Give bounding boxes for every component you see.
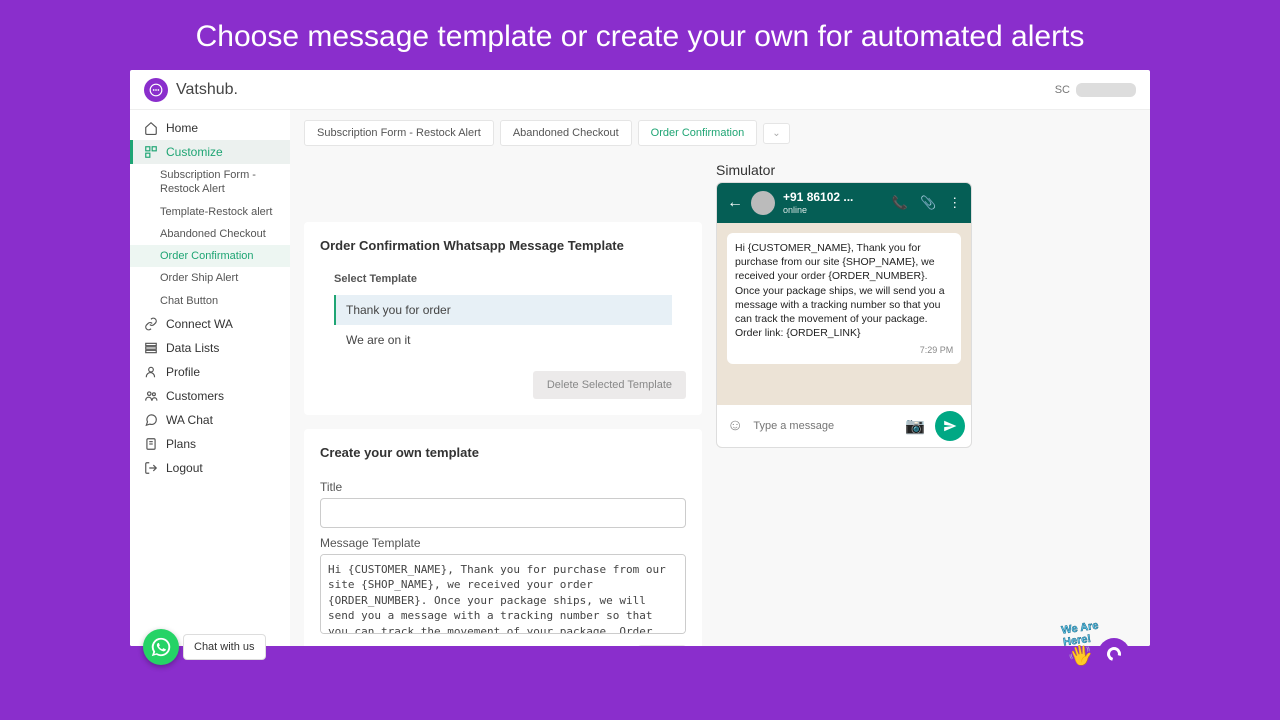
sidebar-label-connect: Connect WA xyxy=(166,317,233,331)
sidebar-item-customers[interactable]: Customers xyxy=(130,384,290,408)
whatsapp-header: ← +91 86102 ... online 📞 📎 ⋮ xyxy=(717,183,971,223)
whatsapp-fab-icon[interactable] xyxy=(143,629,179,665)
sidebar-sub-order-confirmation[interactable]: Order Confirmation xyxy=(130,245,290,267)
template-item-thank-you[interactable]: Thank you for order xyxy=(334,295,672,325)
whatsapp-body: Hi {CUSTOMER_NAME}, Thank you for purcha… xyxy=(717,223,971,405)
sidebar-sub-chat-button[interactable]: Chat Button xyxy=(130,290,290,312)
simulator-panel: Simulator ← +91 86102 ... online 📞 📎 xyxy=(716,162,972,448)
sidebar-label-customers: Customers xyxy=(166,389,224,403)
chat-widget[interactable]: Chat with us xyxy=(143,629,266,665)
title-input[interactable] xyxy=(320,498,686,528)
simulator-phone: ← +91 86102 ... online 📞 📎 ⋮ xyxy=(716,182,972,448)
tab-abandoned[interactable]: Abandoned Checkout xyxy=(500,120,632,146)
phone-icon[interactable]: 📞 xyxy=(892,195,908,211)
user-icon xyxy=(144,365,158,379)
logo-icon xyxy=(144,78,168,102)
attach-icon[interactable]: 📎 xyxy=(920,195,936,211)
tab-order-confirmation[interactable]: Order Confirmation xyxy=(638,120,758,146)
brand-name: Vatshub. xyxy=(176,81,238,99)
sidebar-item-profile[interactable]: Profile xyxy=(130,360,290,384)
sidebar-label-profile: Profile xyxy=(166,365,200,379)
sidebar-item-customize[interactable]: Customize xyxy=(130,140,290,164)
tab-more[interactable]: ⌄ xyxy=(763,123,789,144)
message-bubble: Hi {CUSTOMER_NAME}, Thank you for purcha… xyxy=(727,233,961,364)
send-button[interactable] xyxy=(935,411,965,441)
plans-icon xyxy=(144,437,158,451)
main-content: Subscription Form - Restock Alert Abando… xyxy=(290,110,1150,646)
message-text: Hi {CUSTOMER_NAME}, Thank you for purcha… xyxy=(735,242,945,339)
sidebar-sub-template-restock[interactable]: Template-Restock alert xyxy=(130,201,290,223)
sidebar-item-wa-chat[interactable]: WA Chat xyxy=(130,408,290,432)
customize-icon xyxy=(144,145,158,159)
app-window: Vatshub. SC Home Customize Subscription … xyxy=(130,70,1150,646)
logout-icon xyxy=(144,461,158,475)
select-template-label: Select Template xyxy=(334,273,686,285)
title-label: Title xyxy=(320,480,686,494)
message-input[interactable] xyxy=(753,420,895,432)
users-icon xyxy=(144,389,158,403)
tabs: Subscription Form - Restock Alert Abando… xyxy=(304,120,1136,146)
menu-icon[interactable]: ⋮ xyxy=(948,195,961,211)
chat-widget-label[interactable]: Chat with us xyxy=(183,634,266,660)
sidebar-label-home: Home xyxy=(166,121,198,135)
sidebar-label-plans: Plans xyxy=(166,437,196,451)
sidebar-item-home[interactable]: Home xyxy=(130,116,290,140)
topbar: Vatshub. SC xyxy=(130,70,1150,110)
help-widget[interactable]: We Are Here! 👋 xyxy=(1098,638,1130,670)
delete-template-button[interactable]: Delete Selected Template xyxy=(533,371,686,399)
template-item-we-are-on-it[interactable]: We are on it xyxy=(334,325,672,355)
chat-icon xyxy=(144,413,158,427)
sidebar-sub-abandoned[interactable]: Abandoned Checkout xyxy=(130,223,290,245)
avatar[interactable] xyxy=(751,191,775,215)
create-template-card: Create your own template Title Message T… xyxy=(304,429,702,646)
link-icon xyxy=(144,317,158,331)
message-template-label: Message Template xyxy=(320,536,686,550)
sidebar-item-logout[interactable]: Logout xyxy=(130,456,290,480)
list-icon xyxy=(144,341,158,355)
message-time: 7:29 PM xyxy=(735,344,953,356)
tab-subscription[interactable]: Subscription Form - Restock Alert xyxy=(304,120,494,146)
select-template-card: Order Confirmation Whatsapp Message Temp… xyxy=(304,222,702,415)
create-template-title: Create your own template xyxy=(320,445,686,460)
home-icon xyxy=(144,121,158,135)
send-icon xyxy=(943,419,957,433)
simulator-label: Simulator xyxy=(716,162,972,178)
contact-name: +91 86102 ... xyxy=(783,191,853,204)
sidebar-label-customize: Customize xyxy=(166,145,223,159)
sidebar-label-datalists: Data Lists xyxy=(166,341,219,355)
sidebar: Home Customize Subscription Form - Resto… xyxy=(130,110,290,646)
page-title: Choose message template or create your o… xyxy=(0,0,1280,70)
sidebar-sub-subscription[interactable]: Subscription Form - Restock Alert xyxy=(130,164,290,201)
sidebar-label-logout: Logout xyxy=(166,461,203,475)
sidebar-item-plans[interactable]: Plans xyxy=(130,432,290,456)
sidebar-item-connect-wa[interactable]: Connect WA xyxy=(130,312,290,336)
select-template-title: Order Confirmation Whatsapp Message Temp… xyxy=(320,238,686,253)
sc-label: SC xyxy=(1055,84,1070,96)
sidebar-sub-order-ship[interactable]: Order Ship Alert xyxy=(130,267,290,289)
message-template-textarea[interactable] xyxy=(320,554,686,634)
camera-icon[interactable]: 📷 xyxy=(901,416,929,436)
add-button[interactable]: Add xyxy=(638,645,686,646)
account-pill[interactable] xyxy=(1076,83,1136,97)
emoji-icon[interactable]: ☺ xyxy=(723,417,747,435)
whatsapp-input-row: ☺ 📷 xyxy=(717,405,971,447)
logo[interactable]: Vatshub. xyxy=(144,78,238,102)
sidebar-label-wachat: WA Chat xyxy=(166,413,213,427)
back-icon[interactable]: ← xyxy=(727,194,743,212)
sidebar-item-data-lists[interactable]: Data Lists xyxy=(130,336,290,360)
contact-status: online xyxy=(783,205,853,215)
